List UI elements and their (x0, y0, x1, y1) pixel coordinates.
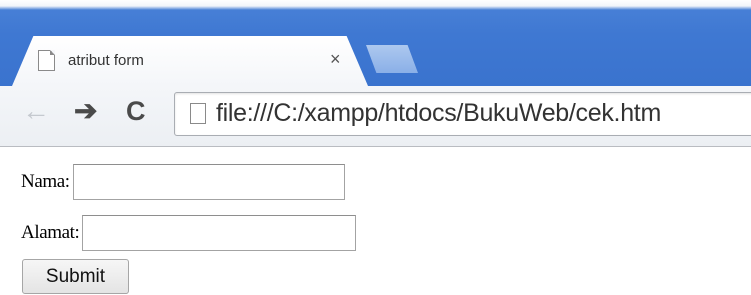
alamat-input[interactable] (82, 215, 357, 251)
alamat-label: Alamat: (21, 222, 80, 243)
page-icon (38, 50, 55, 71)
back-arrow-icon[interactable]: ← (22, 96, 50, 126)
page-content: Nama: Alamat: Submit (0, 147, 751, 295)
browser-window: atribut form × ← ➔ C file:///C:/xampp/ht… (0, 0, 751, 295)
nama-input[interactable] (72, 164, 345, 200)
page-icon (190, 103, 206, 124)
address-text[interactable]: file:///C:/xampp/htdocs/BukuWeb/cek.htm (216, 99, 661, 128)
close-icon[interactable]: × (330, 50, 341, 68)
forward-arrow-icon[interactable]: ➔ (74, 96, 97, 126)
form-row-nama: Nama: (21, 164, 345, 200)
submit-button[interactable]: Submit (22, 259, 129, 294)
tab-title[interactable]: atribut form (68, 52, 144, 69)
nama-label: Nama: (21, 171, 70, 192)
form-row-alamat: Alamat: (21, 215, 357, 251)
reload-icon[interactable]: C (126, 96, 146, 126)
tab-active[interactable] (12, 36, 368, 86)
tab-strip-highlight (0, 0, 751, 10)
